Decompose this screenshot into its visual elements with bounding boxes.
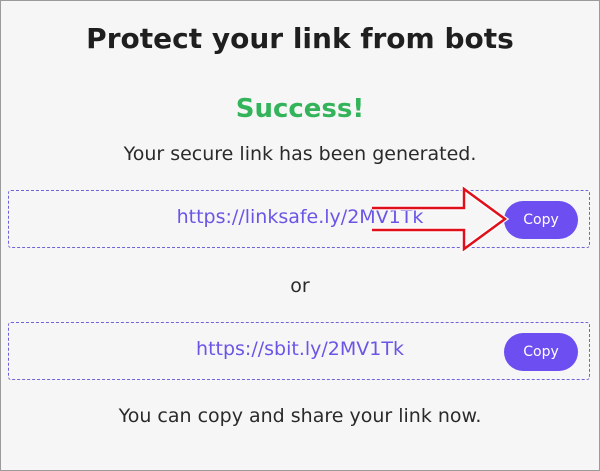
or-separator: or [290, 275, 310, 297]
page-title: Protect your link from bots [86, 22, 514, 55]
footer-message: You can copy and share your link now. [118, 405, 482, 427]
success-message: Your secure link has been generated. [123, 143, 477, 165]
copy-button-primary[interactable]: Copy [504, 201, 578, 239]
link-box-secondary: https://sbit.ly/2MV1Tk Copy [8, 322, 590, 380]
success-heading: Success! [235, 94, 365, 124]
red-arrow-icon [372, 184, 510, 254]
copy-button-secondary[interactable]: Copy [504, 333, 578, 371]
